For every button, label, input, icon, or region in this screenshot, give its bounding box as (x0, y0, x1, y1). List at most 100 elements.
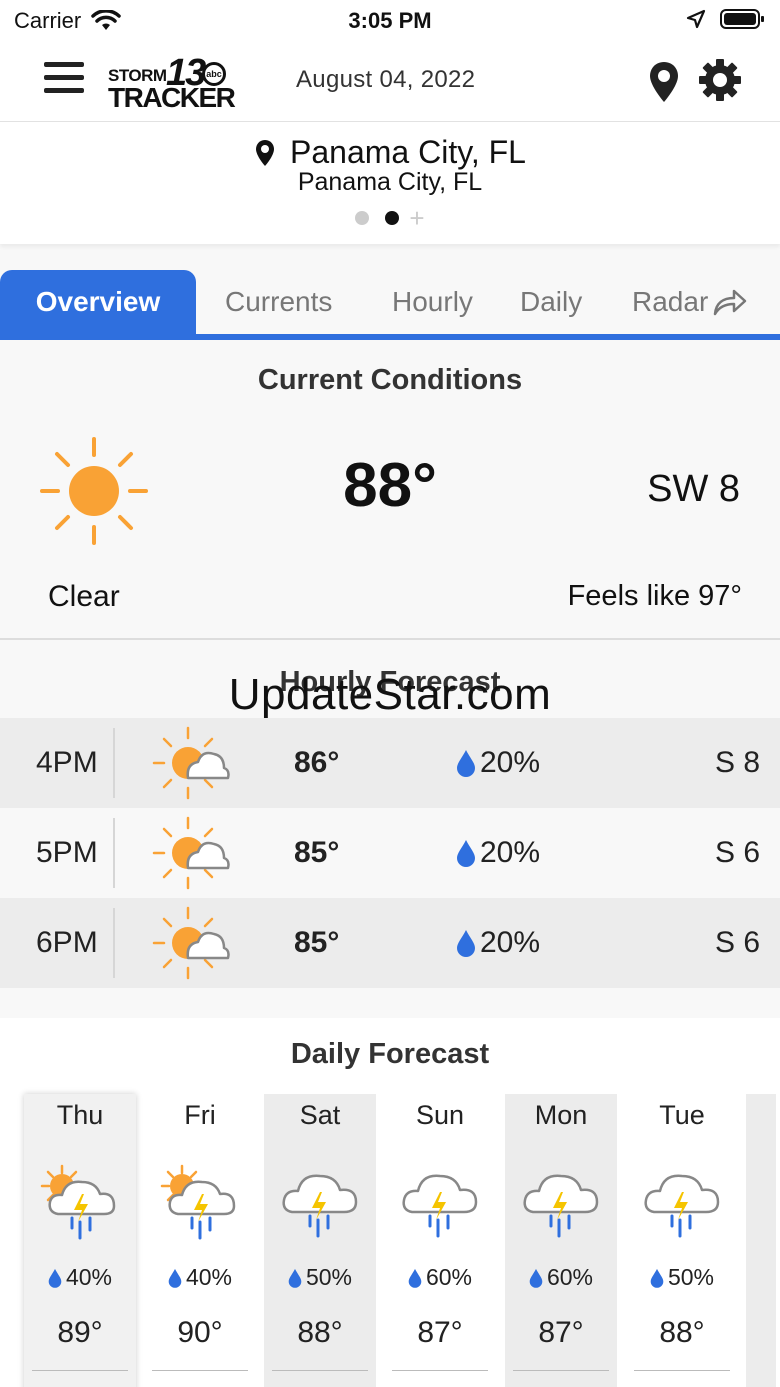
day-temp: 87° (417, 1316, 463, 1349)
day-label: Thu (56, 1100, 104, 1130)
hour-wind: S 8 (714, 746, 760, 779)
card-divider (272, 1370, 368, 1371)
app-header: STORM 13 abc TRACKER August 04, 2022 (0, 40, 780, 122)
pager-dot-active[interactable] (385, 211, 400, 225)
day-precip: 40% (24, 1264, 136, 1291)
tab-radar-label: Radar (632, 286, 709, 317)
status-bar: Carrier 3:05 PM (0, 0, 780, 40)
hour-temp: 85° (294, 926, 340, 959)
location-pin-icon[interactable] (646, 60, 682, 104)
thunderstorm-icon (521, 1164, 601, 1240)
watermark-text: UpdateStar.com (228, 670, 552, 719)
hour-time: 6PM (36, 926, 98, 959)
hour-temp: 86° (294, 746, 340, 779)
feels-like: Feels like 97° (567, 580, 742, 612)
tab-currents[interactable]: Currents (225, 270, 332, 334)
day-precip: 60% (384, 1264, 496, 1291)
day-precip-value: 40% (185, 1264, 233, 1290)
card-divider (152, 1370, 248, 1371)
location-name: Panama City, FL (290, 134, 526, 170)
card-divider (513, 1370, 609, 1371)
daily-card-partial[interactable] (746, 1094, 776, 1387)
daily-card[interactable]: Sun 60% 87° (384, 1094, 496, 1387)
tab-hourly[interactable]: Hourly (392, 270, 473, 334)
current-date: August 04, 2022 (296, 66, 476, 93)
hour-precip: 20% (456, 836, 540, 870)
location-pager: + (0, 205, 780, 231)
hamburger-menu-icon[interactable] (44, 62, 84, 98)
day-precip-value: 50% (667, 1264, 715, 1290)
hour-precip-value: 20% (480, 746, 541, 779)
daily-card[interactable]: Tue 50% 88° (626, 1094, 738, 1387)
day-precip-value: 60% (546, 1264, 594, 1290)
logo-tracker-text: TRACKER (108, 82, 236, 113)
day-temp: 87° (538, 1316, 584, 1349)
day-label: Mon (534, 1100, 588, 1130)
raindrop-icon (456, 929, 476, 957)
partly-cloudy-icon (150, 816, 230, 890)
storm-tracker-logo: STORM 13 abc TRACKER (108, 52, 236, 114)
daily-card[interactable]: Mon 60% 87° (505, 1094, 617, 1387)
daily-card[interactable]: Sat 50% 88° (264, 1094, 376, 1387)
raindrop-icon (650, 1268, 664, 1288)
thunderstorm-icon (280, 1164, 360, 1240)
card-divider (634, 1370, 730, 1371)
hour-time: 5PM (36, 836, 98, 869)
current-condition: Clear (48, 580, 120, 613)
tab-daily[interactable]: Daily (520, 270, 582, 334)
day-precip-value: 50% (305, 1264, 353, 1290)
settings-gear-icon[interactable] (698, 58, 742, 102)
clock: 3:05 PM (348, 8, 432, 33)
raindrop-icon (48, 1268, 62, 1288)
day-label: Tue (659, 1100, 705, 1130)
pager-dot[interactable] (355, 211, 370, 225)
tab-bar: Overview Currents Hourly Daily Radar (0, 270, 780, 340)
current-wind: SW 8 (647, 468, 740, 510)
raindrop-icon (529, 1268, 543, 1288)
status-indicators (686, 8, 766, 30)
share-arrow-icon (714, 289, 747, 316)
raindrop-icon (456, 839, 476, 867)
row-divider (113, 908, 115, 978)
raindrop-icon (288, 1268, 302, 1288)
day-label: Fri (184, 1100, 216, 1130)
day-precip: 50% (626, 1264, 738, 1291)
location-title-row[interactable]: Panama City, FL (0, 134, 780, 171)
hour-precip-value: 20% (480, 926, 541, 959)
hour-time: 4PM (36, 746, 98, 779)
row-divider (113, 728, 115, 798)
battery-icon (720, 9, 764, 29)
location-header: Panama City, FL Panama City, FL + (0, 122, 780, 244)
day-precip-value: 60% (425, 1264, 473, 1290)
hour-wind: S 6 (714, 836, 760, 869)
day-temp: 89° (57, 1316, 103, 1349)
thunderstorm-icon (400, 1164, 480, 1240)
day-temp: 88° (297, 1316, 343, 1349)
add-location-icon[interactable]: + (409, 205, 424, 231)
sun-thunderstorm-icon (160, 1164, 240, 1240)
tab-overview[interactable]: Overview (0, 270, 196, 334)
day-label: Sun (415, 1100, 465, 1130)
daily-card[interactable]: Fri 40% 90° (144, 1094, 256, 1387)
hourly-row[interactable]: 6PM 85° 20% S 6 (0, 898, 780, 988)
location-subtitle: Panama City, FL (297, 168, 483, 196)
card-divider (392, 1370, 488, 1371)
hour-precip-value: 20% (480, 836, 541, 869)
day-precip: 60% (505, 1264, 617, 1291)
map-marker-icon (256, 139, 275, 166)
raindrop-icon (456, 749, 476, 777)
partly-cloudy-icon (150, 726, 230, 800)
sun-thunderstorm-icon (40, 1164, 120, 1240)
hourly-row[interactable]: 4PM 86° 20% S 8 (0, 718, 780, 808)
daily-forecast-panel: Daily Forecast Thu 40% 89° Fri 40% 90° S… (0, 1018, 780, 1387)
day-precip: 50% (264, 1264, 376, 1291)
day-precip: 40% (144, 1264, 256, 1291)
daily-card[interactable]: Thu 40% 89° (24, 1094, 136, 1387)
hour-wind: S 6 (714, 926, 760, 959)
tab-radar[interactable]: Radar (632, 270, 748, 334)
raindrop-icon (408, 1268, 422, 1288)
current-conditions-panel: Current Conditions 88° SW 8 Clear Feels … (0, 340, 780, 640)
hourly-row[interactable]: 5PM 85° 20% S 6 (0, 808, 780, 898)
row-divider (113, 818, 115, 888)
card-divider (32, 1370, 128, 1371)
